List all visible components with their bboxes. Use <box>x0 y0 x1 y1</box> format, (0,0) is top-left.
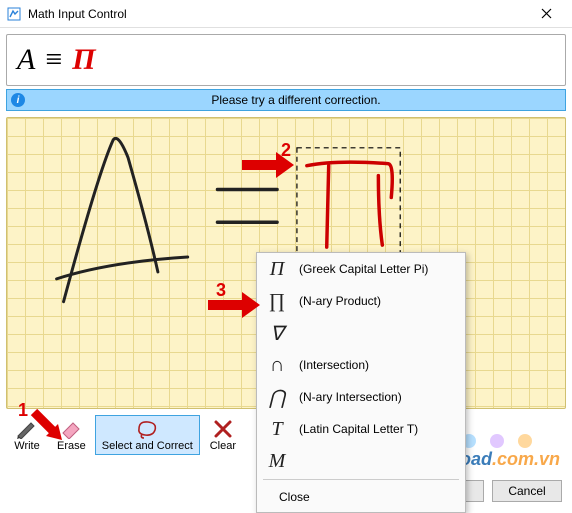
write-tool[interactable]: Write <box>6 415 48 455</box>
menu-item-nary-intersection[interactable]: ⋂ (N-ary Intersection) <box>257 381 465 413</box>
select-correct-label: Select and Correct <box>102 440 193 452</box>
erase-label: Erase <box>57 440 86 452</box>
menu-label: (Greek Capital Letter Pi) <box>299 262 428 276</box>
glyph-m: M <box>267 450 287 473</box>
select-correct-tool[interactable]: Select and Correct <box>95 415 200 455</box>
menu-label: (N-ary Intersection) <box>299 390 402 404</box>
glyph-intersection: ∩ <box>267 354 287 377</box>
clear-label: Clear <box>210 440 236 452</box>
menu-item-nary-product[interactable]: ∏ (N-ary Product) <box>257 285 465 317</box>
result-symbol-pi: Π <box>72 43 95 77</box>
eraser-icon <box>57 418 85 440</box>
menu-close[interactable]: Close <box>257 482 465 512</box>
glyph-nary-product: ∏ <box>267 290 287 313</box>
correction-menu: Π (Greek Capital Letter Pi) ∏ (N-ary Pro… <box>256 252 466 513</box>
glyph-t: T <box>267 418 287 441</box>
result-symbol-a: A <box>17 43 35 77</box>
glyph-nabla: ∇ <box>267 321 287 346</box>
menu-close-label: Close <box>279 490 310 504</box>
titlebar: Math Input Control <box>0 0 572 28</box>
menu-item-m[interactable]: M <box>257 445 465 477</box>
menu-label: (Intersection) <box>299 358 369 372</box>
menu-item-pi[interactable]: Π (Greek Capital Letter Pi) <box>257 253 465 285</box>
window-title: Math Input Control <box>28 7 526 21</box>
menu-item-latin-t[interactable]: T (Latin Capital Letter T) <box>257 413 465 445</box>
menu-label: (N-ary Product) <box>299 294 381 308</box>
cancel-button[interactable]: Cancel <box>492 480 562 502</box>
menu-item-intersection[interactable]: ∩ (Intersection) <box>257 349 465 381</box>
status-text: Please try a different correction. <box>31 93 561 107</box>
lasso-icon <box>133 418 161 440</box>
result-display: A ≡ Π <box>6 34 566 86</box>
menu-item-nabla[interactable]: ∇ <box>257 317 465 349</box>
result-symbol-identical: ≡ <box>45 43 62 77</box>
clear-tool[interactable]: Clear <box>202 415 244 455</box>
menu-label: (Latin Capital Letter T) <box>299 422 418 436</box>
close-button[interactable] <box>526 2 566 26</box>
erase-tool[interactable]: Erase <box>50 415 93 455</box>
info-icon: i <box>11 93 25 107</box>
watermark-tld: .com.vn <box>492 449 560 469</box>
write-label: Write <box>14 440 39 452</box>
glyph-nary-intersection: ⋂ <box>267 385 287 410</box>
glyph-pi: Π <box>267 258 287 281</box>
status-bar: i Please try a different correction. <box>6 89 566 111</box>
app-icon <box>6 6 22 22</box>
pen-icon <box>13 418 41 440</box>
clear-icon <box>209 418 237 440</box>
menu-separator <box>263 479 459 480</box>
